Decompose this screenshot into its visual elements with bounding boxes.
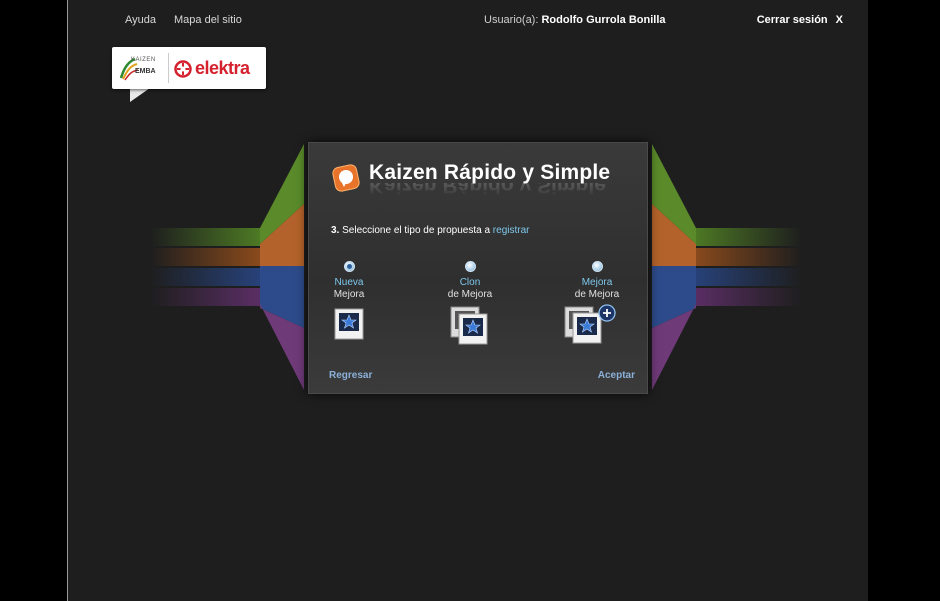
top-bar: Ayuda Mapa del sitio Usuario(a): Rodolfo… — [68, 0, 868, 40]
improve-improvement-icon — [564, 304, 616, 344]
left-color-wing — [260, 144, 304, 390]
user-name: Rodolfo Gurrola Bonilla — [541, 14, 666, 26]
instruction-highlight: registrar — [492, 225, 530, 236]
back-button[interactable]: Regresar — [329, 370, 372, 381]
help-link[interactable]: Ayuda — [125, 14, 156, 26]
logout-label: Cerrar sesión — [756, 14, 828, 26]
option-label-secondary: de Mejora — [574, 289, 620, 300]
elektra-logo: elektra — [174, 57, 262, 79]
kaizen-app-icon — [332, 164, 360, 192]
app-stage: Ayuda Mapa del sitio Usuario(a): Rodolfo… — [67, 0, 868, 601]
option-label-secondary: de Mejora — [447, 289, 493, 300]
option-label-primary: Clon — [459, 277, 481, 288]
panel-title-reflection: Kaizen Rápido y Simple — [369, 183, 606, 197]
elektra-brand-text: elektra — [195, 58, 250, 78]
sitemap-link[interactable]: Mapa del sitio — [174, 14, 242, 26]
kaizen-logo-bottom: EMBA — [135, 68, 156, 75]
close-icon: X — [835, 14, 843, 26]
proposal-type-panel: Kaizen Rápido y Simple Kaizen Rápido y S… — [308, 142, 648, 394]
option-label-secondary: Mejora — [333, 289, 365, 300]
panel-title: Kaizen Rápido y Simple — [369, 161, 611, 184]
option-mejora-de-mejora[interactable]: Mejora de Mejora — [562, 261, 632, 344]
right-color-wing — [652, 144, 696, 390]
instruction-text: 3. Seleccione el tipo de propuesta a reg… — [331, 225, 529, 236]
elektra-mark-icon — [174, 60, 192, 78]
accept-button[interactable]: Aceptar — [598, 370, 635, 381]
clone-improvement-icon — [450, 306, 488, 345]
user-label: Usuario(a): — [484, 14, 539, 26]
user-info: Usuario(a): Rodolfo Gurrola Bonilla — [484, 14, 666, 26]
radio-mejora-de-mejora[interactable] — [591, 261, 603, 272]
logo-callout-tail — [130, 88, 150, 102]
kaizen-logo-top: KAIZEN — [131, 57, 156, 63]
radio-clon-mejora[interactable] — [464, 261, 476, 272]
option-clon-mejora[interactable]: Clon de Mejora — [435, 261, 505, 346]
logo-box: KAIZEN EMBA elektra — [112, 47, 266, 89]
option-label-primary: Nueva — [334, 277, 364, 288]
kaizen-logo: KAIZEN EMBA — [118, 53, 169, 83]
option-nueva-mejora[interactable]: Nueva Mejora — [314, 261, 384, 340]
new-improvement-icon — [334, 308, 364, 340]
logout-button[interactable]: Cerrar sesión X — [757, 14, 843, 26]
instruction-step: 3. — [331, 225, 340, 236]
instruction-body: Seleccione el tipo de propuesta a — [342, 225, 491, 236]
option-label-primary: Mejora — [581, 277, 613, 288]
radio-nueva-mejora[interactable] — [343, 261, 355, 272]
